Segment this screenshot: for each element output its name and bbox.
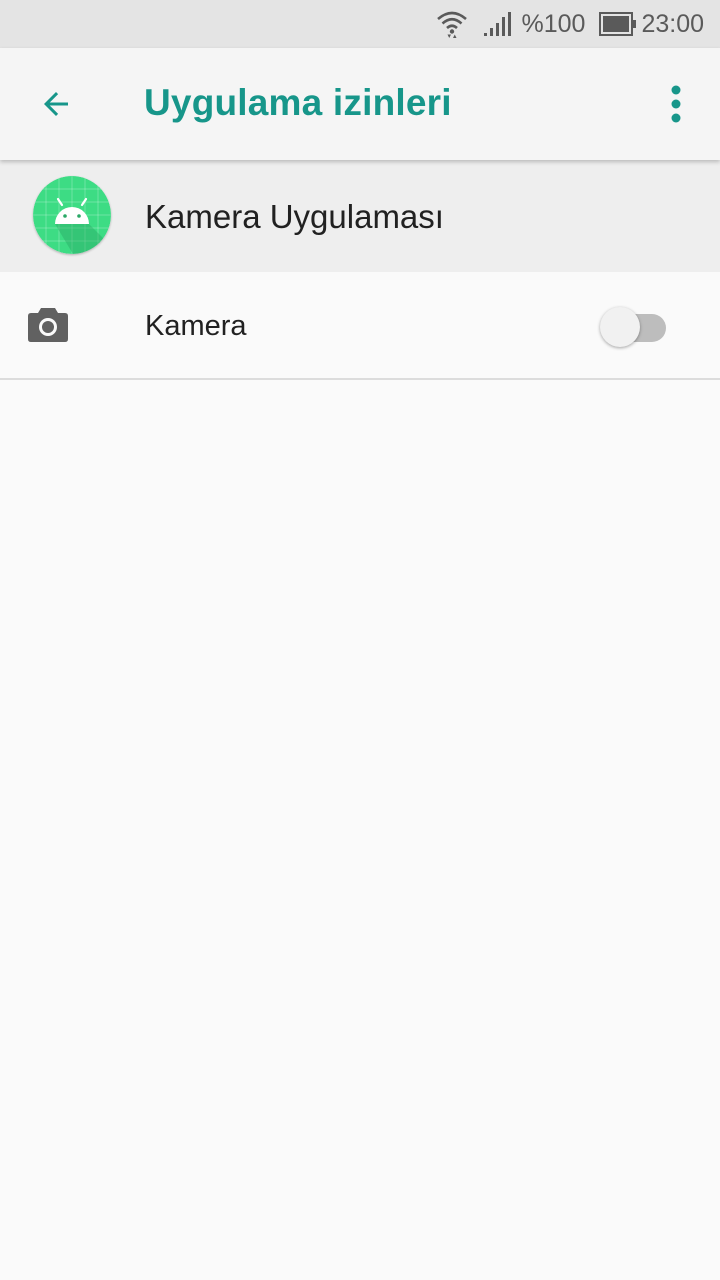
camera-icon (27, 305, 69, 343)
toggle-thumb (600, 307, 640, 347)
page-title: Uygulama izinleri (144, 82, 452, 123)
arrow-back-icon (44, 92, 68, 116)
app-bar: Uygulama izinleri (0, 48, 720, 160)
wifi-icon (435, 8, 469, 40)
signal-icon (483, 11, 513, 37)
permission-label: Kamera (145, 310, 247, 342)
app-name: Kamera Uygulaması (145, 198, 444, 235)
camera-permission-toggle[interactable] (600, 306, 668, 348)
back-button[interactable] (24, 76, 88, 132)
battery-percent: %100 (521, 9, 586, 38)
more-vert-icon (671, 85, 681, 123)
clock: 23:00 (641, 9, 704, 38)
status-bar: %100 23:00 (0, 0, 720, 48)
app-header: Kamera Uygulaması (0, 160, 720, 272)
battery-icon (599, 12, 637, 36)
android-app-icon (33, 176, 111, 254)
permission-row-camera[interactable]: Kamera (0, 272, 720, 380)
more-options-button[interactable] (652, 76, 700, 132)
